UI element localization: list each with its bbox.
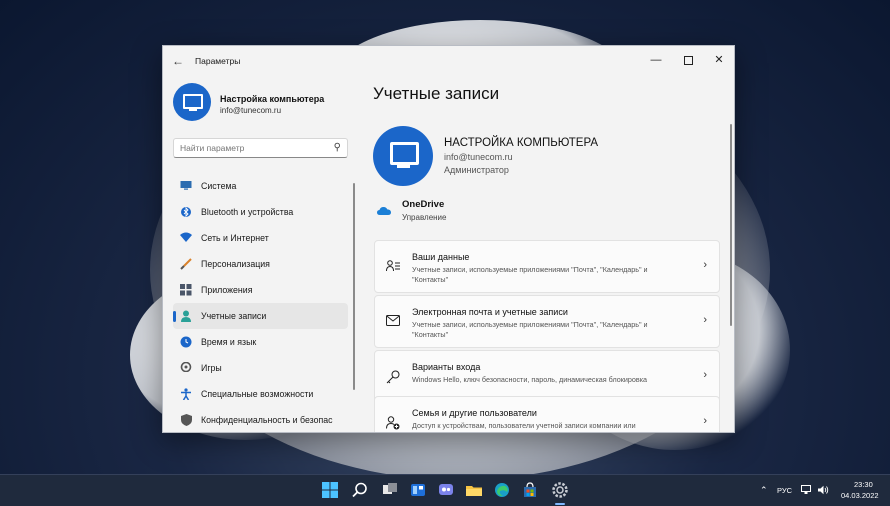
account-name: НАСТРОЙКА КОМПЬЮТЕРА bbox=[444, 137, 599, 149]
maximize-icon bbox=[683, 55, 693, 65]
back-arrow-icon[interactable]: ← bbox=[171, 54, 185, 68]
card-subtitle: Windows Hello, ключ безопасности, пароль… bbox=[412, 375, 648, 384]
people-add-icon bbox=[386, 416, 400, 430]
sidebar-item-label: Приложения bbox=[201, 285, 253, 295]
task-view-icon[interactable] bbox=[382, 482, 398, 498]
chevron-right-icon: › bbox=[703, 415, 707, 427]
chevron-right-icon: › bbox=[703, 259, 707, 271]
card-subtitle: Доступ к устройствам, пользователи учетн… bbox=[412, 421, 636, 430]
sidebar-item-accessibility[interactable]: Специальные возможности bbox=[173, 381, 348, 407]
card-family-users[interactable]: Семья и другие пользователи Доступ к уст… bbox=[374, 396, 720, 432]
sidebar-item-time-language[interactable]: Время и язык bbox=[173, 329, 348, 355]
search-icon[interactable] bbox=[352, 482, 368, 498]
close-button[interactable]: ✕ bbox=[704, 50, 734, 70]
tray-chevron-up-icon[interactable]: ⌃ bbox=[760, 485, 768, 496]
sidebar-user-email: info@tunecom.ru bbox=[220, 106, 282, 115]
person-list-icon bbox=[386, 260, 400, 274]
sidebar-item-personalization[interactable]: Персонализация bbox=[173, 251, 348, 277]
settings-gear-icon[interactable] bbox=[552, 482, 568, 498]
widgets-icon[interactable] bbox=[410, 482, 426, 498]
monitor-stand bbox=[397, 165, 410, 168]
account-email: info@tunecom.ru bbox=[444, 152, 513, 162]
network-icon[interactable] bbox=[801, 485, 811, 495]
sidebar-item-apps[interactable]: Приложения bbox=[173, 277, 348, 303]
bluetooth-icon bbox=[180, 206, 192, 218]
clock-date[interactable]: 04.03.2022 bbox=[841, 491, 879, 500]
taskbar: ⌃ РУС 23:30 04.03.2022 bbox=[0, 474, 890, 506]
sidebar-item-privacy[interactable]: Конфиденциальность и безопас bbox=[173, 407, 348, 432]
globe-clock-icon bbox=[180, 336, 192, 348]
title-bar: ← Параметры — ✕ bbox=[163, 46, 734, 76]
avatar-large[interactable] bbox=[373, 126, 433, 186]
sidebar-item-network[interactable]: Сеть и Интернет bbox=[173, 225, 348, 251]
monitor-icon bbox=[183, 94, 203, 109]
brush-icon bbox=[180, 258, 192, 270]
teams-chat-icon[interactable] bbox=[438, 482, 454, 498]
key-icon bbox=[386, 370, 400, 384]
account-role: Администратор bbox=[444, 165, 509, 175]
search-icon[interactable]: ⚲ bbox=[334, 142, 341, 153]
sidebar-item-label: Bluetooth и устройства bbox=[201, 207, 294, 217]
card-title: Семья и другие пользователи bbox=[412, 408, 537, 418]
language-indicator[interactable]: РУС bbox=[777, 486, 792, 495]
card-subtitle: Учетные записи, используемые приложениям… bbox=[412, 265, 648, 284]
sidebar-item-label: Сеть и Интернет bbox=[201, 233, 269, 243]
sidebar-nav: Система Bluetooth и устройства Сеть и Ин… bbox=[173, 173, 348, 432]
page-title: Учетные записи bbox=[373, 84, 500, 103]
card-your-info[interactable]: Ваши данные Учетные записи, используемые… bbox=[374, 240, 720, 293]
onedrive-icon[interactable] bbox=[377, 207, 391, 215]
sidebar-item-label: Специальные возможности bbox=[201, 389, 314, 399]
clock-time[interactable]: 23:30 bbox=[854, 480, 873, 489]
window-title: Параметры bbox=[195, 56, 241, 66]
sidebar-item-label: Система bbox=[201, 181, 237, 191]
wifi-icon bbox=[180, 232, 192, 244]
monitor-icon bbox=[180, 180, 192, 192]
sidebar-scrollbar[interactable] bbox=[353, 183, 355, 390]
sidebar-user-name: Настройка компьютера bbox=[220, 94, 325, 104]
onedrive-manage-link[interactable]: Управление bbox=[402, 213, 446, 222]
onedrive-title[interactable]: OneDrive bbox=[402, 199, 444, 210]
sidebar-item-label: Учетные записи bbox=[201, 311, 267, 321]
sidebar-item-label: Конфиденциальность и безопас bbox=[201, 415, 333, 425]
maximize-button[interactable] bbox=[673, 50, 703, 70]
avatar[interactable] bbox=[173, 83, 211, 121]
sidebar-item-label: Персонализация bbox=[201, 259, 270, 269]
settings-window: ← Параметры — ✕ Настройка компьютера inf… bbox=[162, 45, 735, 433]
accessibility-icon bbox=[180, 388, 192, 401]
main-scrollbar[interactable] bbox=[730, 124, 732, 326]
card-subtitle: Учетные записи, используемые приложениям… bbox=[412, 320, 648, 339]
windows-start-icon[interactable] bbox=[322, 482, 338, 498]
minimize-button[interactable]: — bbox=[641, 50, 671, 70]
card-email-accounts[interactable]: Электронная почта и учетные записи Учетн… bbox=[374, 295, 720, 348]
person-icon bbox=[180, 310, 192, 322]
chevron-right-icon: › bbox=[703, 369, 707, 381]
gamepad-icon bbox=[180, 361, 192, 374]
store-icon[interactable] bbox=[522, 482, 538, 498]
monitor-icon bbox=[390, 142, 419, 165]
mail-icon bbox=[386, 315, 400, 329]
sidebar-item-label: Игры bbox=[201, 363, 222, 373]
apps-icon bbox=[180, 284, 192, 296]
monitor-stand bbox=[189, 109, 197, 111]
search-input[interactable] bbox=[180, 143, 320, 153]
card-title: Ваши данные bbox=[412, 252, 470, 262]
shield-icon bbox=[180, 414, 192, 426]
sidebar-item-gaming[interactable]: Игры bbox=[173, 355, 348, 381]
sidebar-item-system[interactable]: Система bbox=[173, 173, 348, 199]
sidebar-item-accounts[interactable]: Учетные записи bbox=[173, 303, 348, 329]
volume-icon[interactable] bbox=[818, 485, 829, 495]
edge-browser-icon[interactable] bbox=[494, 482, 510, 498]
file-explorer-icon[interactable] bbox=[466, 482, 482, 498]
card-title: Электронная почта и учетные записи bbox=[412, 307, 568, 317]
sidebar-item-label: Время и язык bbox=[201, 337, 257, 347]
sidebar-item-bluetooth[interactable]: Bluetooth и устройства bbox=[173, 199, 348, 225]
chevron-right-icon: › bbox=[703, 314, 707, 326]
search-box[interactable]: ⚲ bbox=[173, 138, 348, 158]
card-title: Варианты входа bbox=[412, 362, 481, 372]
